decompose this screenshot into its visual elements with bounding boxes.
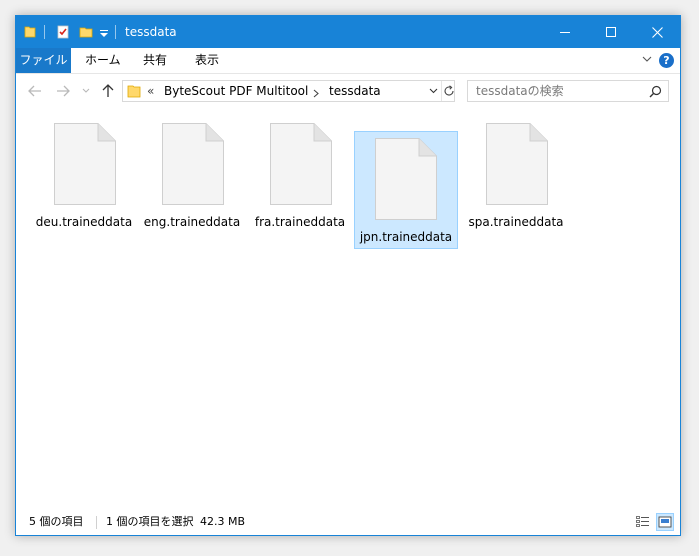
refresh-icon	[444, 85, 454, 96]
breadcrumb-separator-icon[interactable]	[313, 87, 319, 101]
tab-view[interactable]: 表示	[195, 48, 219, 73]
large-icons-view-button[interactable]	[656, 513, 674, 531]
file-item-eng[interactable]: eng.traineddata	[144, 116, 240, 234]
navigation-bar: « ByteScout PDF Multitool tessdata	[16, 74, 680, 108]
file-name: eng.traineddata	[143, 215, 241, 229]
file-item-fra[interactable]: fra.traineddata	[252, 116, 348, 234]
document-icon	[54, 123, 116, 205]
window-title: tessdata	[125, 25, 177, 39]
file-item-spa[interactable]: spa.traineddata	[468, 116, 564, 234]
selection-count: 1 個の項目を選択	[106, 515, 194, 528]
tab-file[interactable]: ファイル	[16, 48, 71, 73]
file-name: fra.traineddata	[254, 215, 346, 229]
search-input[interactable]	[476, 82, 646, 100]
forward-arrow-icon[interactable]	[54, 82, 72, 100]
help-icon[interactable]: ?	[659, 53, 674, 68]
document-icon	[162, 123, 224, 205]
file-name: jpn.traineddata	[359, 230, 453, 244]
item-count: 5 個の項目	[29, 515, 84, 528]
minimize-icon	[560, 32, 570, 33]
details-view-button[interactable]	[634, 513, 652, 531]
document-icon	[375, 138, 437, 220]
new-folder-icon[interactable]	[78, 16, 94, 48]
status-bar: 5 個の項目 1 個の項目を選択 42.3 MB	[16, 509, 680, 535]
file-name: deu.traineddata	[35, 215, 133, 229]
file-item-jpn[interactable]: jpn.traineddata	[354, 131, 458, 249]
file-name: spa.traineddata	[468, 215, 564, 229]
document-icon	[270, 123, 332, 205]
title-bar: tessdata	[16, 16, 680, 48]
close-icon	[651, 26, 663, 38]
recent-locations-chevron-icon[interactable]	[80, 82, 92, 100]
ribbon-tabs: ファイル ホーム 共有 表示 ?	[16, 48, 680, 74]
breadcrumb-overflow[interactable]: «	[147, 81, 154, 101]
customize-toolbar-icon[interactable]	[99, 16, 109, 48]
large-icons-view-icon	[658, 516, 672, 528]
expand-ribbon-chevron-icon[interactable]	[641, 53, 653, 68]
address-bar[interactable]: « ByteScout PDF Multitool tessdata	[122, 80, 455, 102]
properties-icon[interactable]	[55, 16, 71, 48]
minimize-button[interactable]	[542, 16, 588, 48]
refresh-button[interactable]	[441, 81, 456, 101]
tab-home[interactable]: ホーム	[85, 48, 121, 73]
tab-share[interactable]: 共有	[143, 48, 167, 73]
selection-size: 42.3 MB	[200, 515, 246, 528]
search-box[interactable]	[467, 80, 669, 102]
window-folder-icon	[22, 16, 38, 48]
file-list: deu.traineddata eng.traineddata fra.trai…	[16, 108, 680, 509]
address-history-chevron-icon[interactable]	[427, 81, 439, 101]
address-folder-icon	[126, 83, 142, 102]
details-view-icon	[636, 516, 649, 527]
file-item-deu[interactable]: deu.traineddata	[36, 116, 132, 234]
breadcrumb-item-bytescout[interactable]: ByteScout PDF Multitool	[164, 81, 308, 101]
close-button[interactable]	[634, 16, 680, 48]
back-arrow-icon[interactable]	[26, 82, 44, 100]
maximize-button[interactable]	[588, 16, 634, 48]
explorer-window: tessdata ファイル ホーム 共有 表示 ? « ByteScout PD…	[15, 15, 681, 536]
document-icon	[486, 123, 548, 205]
maximize-icon	[606, 27, 616, 37]
breadcrumb-item-tessdata[interactable]: tessdata	[329, 81, 381, 101]
up-arrow-icon[interactable]	[100, 82, 116, 100]
search-icon[interactable]	[649, 85, 662, 101]
